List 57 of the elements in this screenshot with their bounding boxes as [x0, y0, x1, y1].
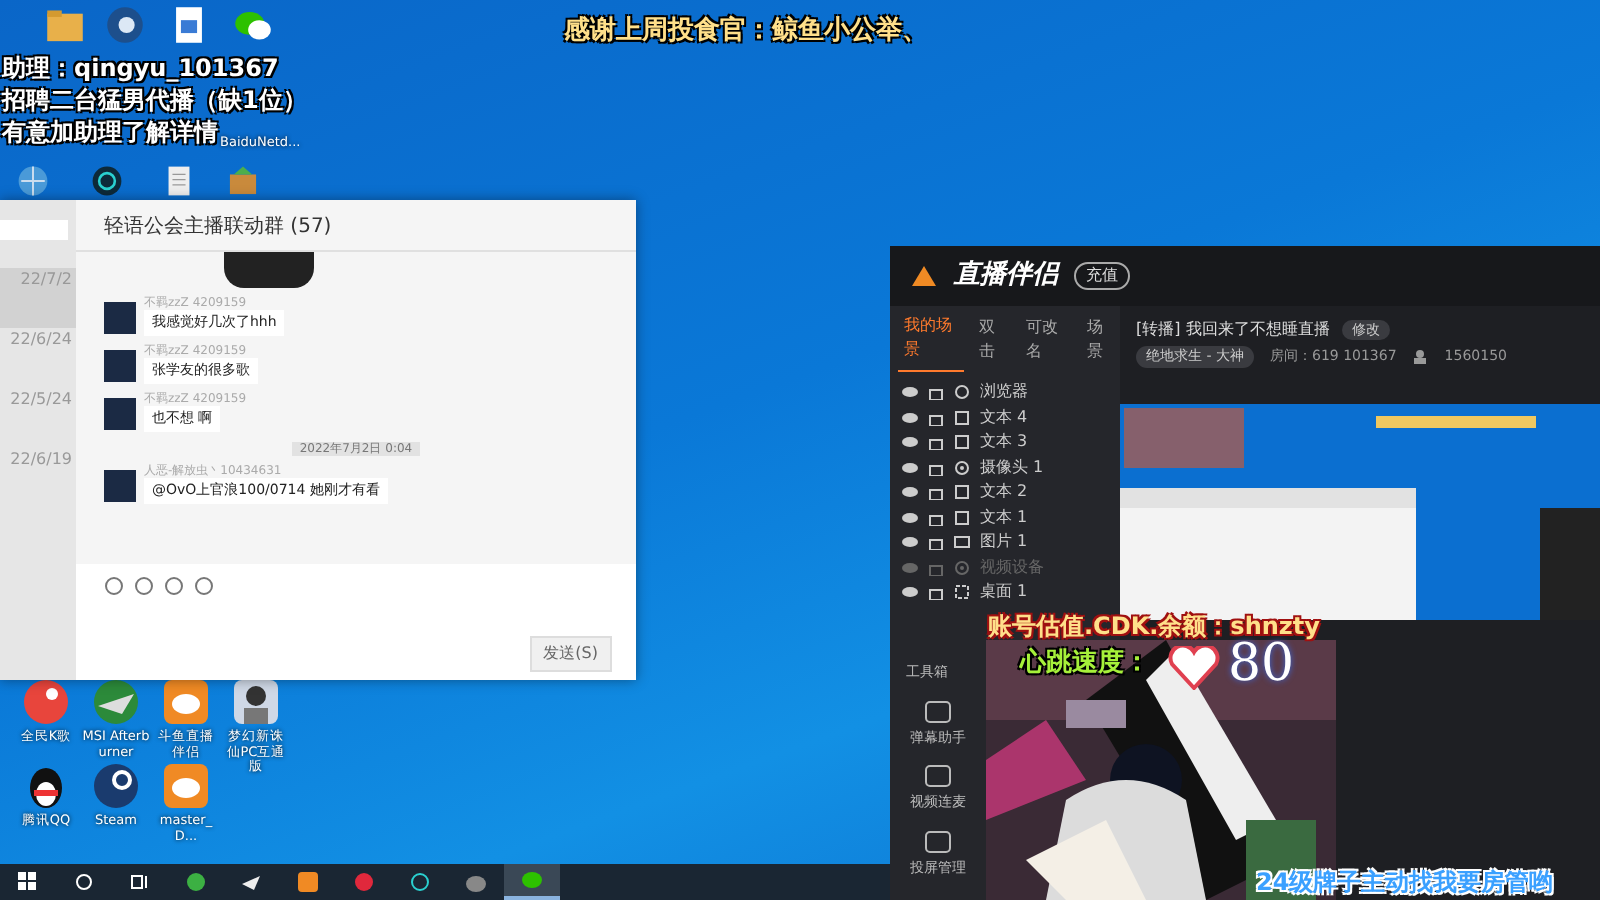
banner-text: 感谢上周投食官：鲸鱼小公举、 — [564, 13, 928, 50]
source-row[interactable]: 文本 4 — [890, 405, 1120, 430]
banner-text: 24级牌子主动找我要房管哟 — [1256, 866, 1554, 900]
overlay-text: 招聘二台猛男代播（缺1位） — [2, 84, 307, 118]
overlay-text: 账号估值.CDK.余额：shnzty — [988, 610, 1320, 641]
avatar — [104, 398, 136, 430]
avatar — [104, 350, 136, 382]
steam-icon[interactable] — [90, 760, 142, 812]
figure-icon[interactable] — [230, 676, 282, 728]
app-logo: 直播伴侣 — [954, 258, 1058, 295]
ring-icon[interactable] — [410, 872, 430, 892]
recharge-button[interactable]: 充值 — [1074, 262, 1130, 290]
camera-icon — [954, 459, 970, 476]
globe-icon[interactable] — [16, 164, 50, 198]
heart-rate: 80 — [1228, 636, 1295, 692]
plane-icon[interactable] — [242, 872, 262, 892]
windows-icon[interactable] — [18, 872, 38, 892]
source-row[interactable]: 桌面 1 — [890, 580, 1120, 605]
date-text: 22/6/24 — [8, 328, 74, 352]
plane-icon[interactable] — [90, 676, 142, 728]
scene-tab[interactable]: 我的场景 — [898, 306, 965, 372]
app-icon[interactable] — [186, 872, 206, 892]
overlay-text: 助理：qingyu_101367 — [2, 52, 279, 86]
send-button[interactable]: 发送(S) — [529, 636, 612, 672]
source-row[interactable]: 文本 1 — [890, 505, 1120, 530]
source-row[interactable]: 文本 3 — [890, 430, 1120, 455]
people-icon — [1412, 348, 1429, 365]
source-row[interactable]: 浏览器 — [890, 380, 1120, 405]
screen-icon — [954, 584, 970, 601]
tool-icon[interactable] — [924, 699, 952, 723]
avatar — [104, 302, 136, 334]
tool-icon[interactable] — [924, 764, 952, 788]
app-icon[interactable] — [354, 872, 374, 892]
date-text: 22/7/2 — [0, 268, 76, 328]
source-row[interactable]: 图片 1 — [890, 530, 1120, 555]
scene-tab[interactable]: 可改名 — [1019, 307, 1073, 371]
tool-icon[interactable] — [924, 829, 952, 853]
date-text: 22/5/24 — [8, 388, 74, 412]
overlay-text: 有意加助理了解详情 — [2, 116, 218, 150]
search-field[interactable] — [0, 220, 68, 240]
image-icon — [954, 534, 970, 551]
camera-icon — [954, 559, 970, 576]
overlay-text: 心跳速度： — [1020, 645, 1150, 682]
source-row[interactable]: 文本 2 — [890, 480, 1120, 505]
scene-tab[interactable]: 场景 — [1080, 307, 1120, 371]
stream-title: [转播] 我回来了不想睡直播 — [1136, 318, 1330, 342]
chat-icon[interactable] — [522, 870, 542, 890]
search-icon[interactable] — [74, 872, 94, 892]
source-row[interactable]: 摄像头 1 — [890, 455, 1120, 480]
ring-icon[interactable] — [90, 164, 124, 198]
heart-icon — [1168, 646, 1220, 690]
app-icon[interactable] — [104, 4, 146, 46]
avatar — [104, 470, 136, 502]
task-view-icon[interactable] — [130, 872, 150, 892]
browser-icon — [954, 384, 970, 401]
date-text: 22/6/19 — [8, 448, 74, 472]
scene-tab[interactable]: 双击 — [972, 307, 1012, 371]
